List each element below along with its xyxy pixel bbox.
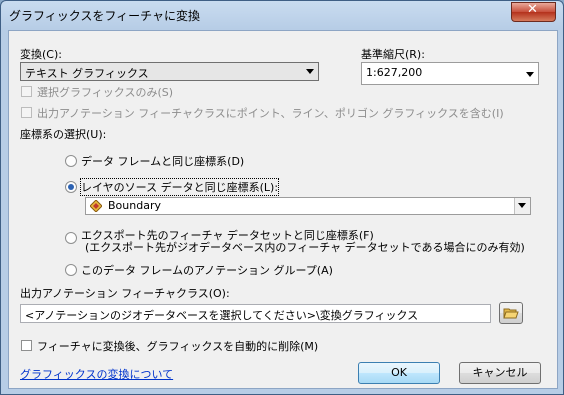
radio-same-as-layer[interactable]	[65, 181, 77, 193]
window-title: グラフィックスをフィーチャに変換	[9, 9, 201, 23]
output-annotation-checkbox[interactable]	[21, 107, 32, 118]
conversion-value: テキスト グラフィックス	[25, 67, 149, 80]
output-annotation-label: 出力アノテーション フィーチャクラスにポイント、ライン、ポリゴン グラフィックス…	[37, 107, 504, 120]
output-path-value: <アノテーションのジオデータベースを選択してください>\変換グラフィックス	[25, 309, 419, 322]
annotation-group-label: このデータ フレームのアノテーション グループ(A)	[81, 264, 333, 277]
output-path-input[interactable]: <アノテーションのジオデータベースを選択してください>\変換グラフィックス	[20, 304, 491, 323]
radio-annotation-group[interactable]	[65, 264, 77, 276]
output-label: 出力アノテーション フィーチャクラス(O):	[20, 287, 230, 300]
layer-value: Boundary	[108, 199, 161, 212]
scale-label: 基準縮尺(R):	[361, 48, 425, 61]
title-bar[interactable]: グラフィックスをフィーチャに変換 ✕	[1, 1, 563, 29]
layer-dropdown[interactable]: Boundary	[85, 197, 531, 215]
conversion-dropdown[interactable]: テキスト グラフィックス	[20, 62, 319, 81]
dialog-body: 変換(C): テキスト グラフィックス 基準縮尺(R): 1:627,200 選…	[8, 30, 558, 389]
close-icon: ✕	[527, 2, 538, 17]
same-as-layer-label: レイヤのソース データと同じ座標系(L):	[79, 178, 280, 196]
radio-same-as-frame[interactable]	[65, 155, 77, 167]
selected-only-checkbox[interactable]	[21, 86, 32, 97]
dialog-window: グラフィックスをフィーチャに変換 ✕ 変換(C): テキスト グラフィックス 基…	[0, 0, 564, 395]
same-as-export-note: (エクスポート先がジオデータベース内のフィーチャ データセットである場合にのみ有…	[85, 241, 525, 254]
browse-button[interactable]	[499, 302, 523, 324]
chevron-down-icon	[306, 69, 314, 74]
delete-after-checkbox[interactable]	[21, 340, 32, 351]
close-button[interactable]: ✕	[511, 2, 556, 22]
layer-dropdown-button[interactable]	[514, 198, 530, 214]
selected-only-label: 選択グラフィックスのみ(S)	[37, 86, 174, 99]
open-folder-icon	[503, 306, 519, 327]
layer-icon	[89, 199, 103, 213]
scale-combobox[interactable]: 1:627,200	[361, 62, 539, 85]
ok-button[interactable]: OK	[358, 362, 440, 384]
help-link[interactable]: グラフィックスの変換について	[20, 366, 173, 382]
delete-after-label: フィーチャに変換後、グラフィックスを自動的に削除(M)	[37, 340, 319, 353]
chevron-down-icon	[518, 203, 526, 208]
cancel-button[interactable]: キャンセル	[459, 362, 541, 384]
same-as-frame-label: データ フレームと同じ座標系(D)	[81, 155, 245, 168]
radio-same-as-export[interactable]	[65, 232, 77, 244]
chevron-down-icon	[526, 72, 534, 77]
conversion-label: 変換(C):	[20, 48, 62, 61]
coord-system-label: 座標系の選択(U):	[20, 128, 107, 141]
scale-value: 1:627,200	[366, 66, 423, 79]
